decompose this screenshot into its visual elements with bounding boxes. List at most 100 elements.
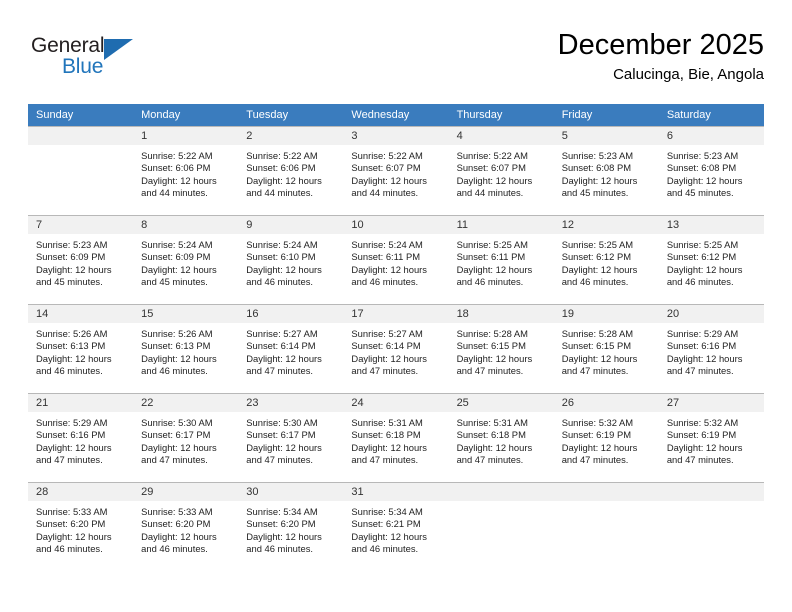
daylight-text-line1: Daylight: 12 hours (246, 174, 322, 186)
day-details: Sunrise: 5:28 AM Sunset: 6:15 PM Daylight:… (554, 323, 659, 377)
weekday-header-saturday: Saturday (658, 104, 764, 126)
day-number: 2 (238, 127, 344, 145)
daylight-text-line1: Daylight: 12 hours (351, 263, 427, 275)
daylight-text-line1: Daylight: 12 hours (666, 441, 743, 453)
day-number: 23 (238, 394, 344, 412)
sunrise-text: Sunrise: 5:28 AM (561, 328, 634, 339)
calendar-day-cell[interactable]: 22 Sunrise: 5:30 AM Sunset: 6:17 PM Dayligh… (133, 393, 239, 482)
calendar-day-cell[interactable]: 24 Sunrise: 5:31 AM Sunset: 6:18 PM Dayligh… (343, 393, 449, 482)
day-cell-inner: 18 Sunrise: 5:28 AM Sunset: 6:15 PM Dayligh… (448, 304, 554, 393)
day-cell-inner (658, 482, 764, 571)
triangle-icon (104, 39, 133, 60)
daylight-text-line1: Daylight: 12 hours (666, 352, 743, 364)
calendar-day-cell[interactable]: 9 Sunrise: 5:24 AM Sunset: 6:10 PM Daylight… (238, 215, 344, 304)
calendar-day-cell[interactable]: 16 Sunrise: 5:27 AM Sunset: 6:14 PM Dayligh… (238, 304, 344, 393)
day-cell-inner: 27 Sunrise: 5:32 AM Sunset: 6:19 PM Dayligh… (658, 393, 764, 482)
day-details: Sunrise: 5:25 AM Sunset: 6:11 PM Daylight:… (449, 234, 554, 288)
day-number: 7 (28, 216, 134, 234)
calendar-day-cell[interactable]: 17 Sunrise: 5:27 AM Sunset: 6:14 PM Dayligh… (343, 304, 449, 393)
day-number: 14 (28, 305, 134, 323)
day-cell-inner: 29 Sunrise: 5:33 AM Sunset: 6:20 PM Dayligh… (133, 482, 239, 571)
calendar-day-cell[interactable]: 19 Sunrise: 5:28 AM Sunset: 6:15 PM Dayligh… (553, 304, 659, 393)
calendar-day-cell-empty (658, 482, 764, 571)
calendar-day-cell[interactable]: 23 Sunrise: 5:30 AM Sunset: 6:17 PM Dayligh… (238, 393, 344, 482)
calendar-day-cell[interactable]: 2 Sunrise: 5:22 AM Sunset: 6:06 PM Daylight… (238, 126, 344, 215)
day-cell-inner: 11 Sunrise: 5:25 AM Sunset: 6:11 PM Dayligh… (448, 215, 554, 304)
day-details: Sunrise: 5:32 AM Sunset: 6:19 PM Daylight:… (554, 412, 659, 466)
daylight-text-line1: Daylight: 12 hours (561, 441, 638, 453)
day-number (658, 483, 764, 501)
page-header: General Blue December 2025 Calucinga, Bi… (28, 28, 764, 96)
daylight-text-line2: and 47 minutes. (456, 364, 524, 376)
day-number: 1 (133, 127, 239, 145)
calendar-day-cell[interactable]: 20 Sunrise: 5:29 AM Sunset: 6:16 PM Dayligh… (658, 304, 764, 393)
general-blue-logo[interactable]: General Blue (31, 34, 211, 90)
calendar-day-cell[interactable]: 26 Sunrise: 5:32 AM Sunset: 6:19 PM Dayligh… (553, 393, 659, 482)
calendar-day-cell[interactable]: 15 Sunrise: 5:26 AM Sunset: 6:13 PM Dayligh… (133, 304, 239, 393)
day-cell-inner: 10 Sunrise: 5:24 AM Sunset: 6:11 PM Dayligh… (343, 215, 449, 304)
sunrise-text: Sunrise: 5:31 AM (456, 417, 528, 428)
daylight-text-line2: and 44 minutes. (141, 186, 208, 198)
day-number: 25 (448, 394, 554, 412)
calendar-day-cell[interactable]: 5 Sunrise: 5:23 AM Sunset: 6:08 PM Daylight… (553, 126, 659, 215)
day-number: 5 (553, 127, 659, 145)
sunrise-text: Sunrise: 5:25 AM (456, 239, 528, 250)
day-details: Sunrise: 5:23 AM Sunset: 6:09 PM Daylight:… (28, 234, 133, 288)
sunrise-text: Sunrise: 5:24 AM (141, 239, 213, 250)
sunrise-text: Sunrise: 5:22 AM (456, 150, 528, 161)
day-cell-inner: 23 Sunrise: 5:30 AM Sunset: 6:17 PM Dayligh… (238, 393, 344, 482)
sunrise-text: Sunrise: 5:23 AM (561, 150, 634, 161)
daylight-text-line2: and 46 minutes. (36, 542, 103, 554)
calendar-day-cell[interactable]: 27 Sunrise: 5:32 AM Sunset: 6:19 PM Dayligh… (658, 393, 764, 482)
sunrise-text: Sunrise: 5:28 AM (456, 328, 528, 339)
day-number: 30 (238, 483, 344, 501)
weekday-header-monday: Monday (133, 104, 239, 126)
calendar-day-cell[interactable]: 25 Sunrise: 5:31 AM Sunset: 6:18 PM Dayligh… (448, 393, 554, 482)
calendar-day-cell[interactable]: 14 Sunrise: 5:26 AM Sunset: 6:13 PM Dayligh… (28, 304, 134, 393)
day-details: Sunrise: 5:27 AM Sunset: 6:14 PM Daylight:… (343, 323, 448, 377)
sunset-text: Sunset: 6:12 PM (666, 251, 737, 263)
calendar-day-cell[interactable]: 13 Sunrise: 5:25 AM Sunset: 6:12 PM Dayligh… (658, 215, 764, 304)
day-cell-inner: 8 Sunrise: 5:24 AM Sunset: 6:09 PM Daylight… (133, 215, 239, 304)
day-number: 28 (28, 483, 134, 501)
day-cell-inner (448, 482, 554, 571)
calendar-day-cell[interactable]: 10 Sunrise: 5:24 AM Sunset: 6:11 PM Dayligh… (343, 215, 449, 304)
daylight-text-line2: and 47 minutes. (456, 453, 524, 465)
day-cell-inner: 21 Sunrise: 5:29 AM Sunset: 6:16 PM Dayligh… (28, 393, 134, 482)
sunrise-text: Sunrise: 5:25 AM (666, 239, 739, 250)
title-block: December 2025 Calucinga, Bie, Angola (558, 28, 764, 86)
day-number: 3 (343, 127, 449, 145)
calendar-day-cell[interactable]: 6 Sunrise: 5:23 AM Sunset: 6:08 PM Daylight… (658, 126, 764, 215)
sunset-text: Sunset: 6:16 PM (666, 340, 737, 352)
day-cell-inner: 17 Sunrise: 5:27 AM Sunset: 6:14 PM Dayligh… (343, 304, 449, 393)
calendar-day-cell[interactable]: 1 Sunrise: 5:22 AM Sunset: 6:06 PM Daylight… (133, 126, 239, 215)
calendar-day-cell[interactable]: 4 Sunrise: 5:22 AM Sunset: 6:07 PM Daylight… (448, 126, 554, 215)
calendar-day-cell[interactable]: 7 Sunrise: 5:23 AM Sunset: 6:09 PM Daylight… (28, 215, 134, 304)
calendar-day-cell[interactable]: 18 Sunrise: 5:28 AM Sunset: 6:15 PM Dayligh… (448, 304, 554, 393)
day-details: Sunrise: 5:25 AM Sunset: 6:12 PM Daylight:… (554, 234, 659, 288)
daylight-text-line1: Daylight: 12 hours (246, 530, 322, 542)
calendar-day-cell[interactable]: 28 Sunrise: 5:33 AM Sunset: 6:20 PM Dayligh… (28, 482, 134, 571)
weekday-header-sunday: Sunday (28, 104, 134, 126)
calendar-day-cell[interactable]: 12 Sunrise: 5:25 AM Sunset: 6:12 PM Dayligh… (553, 215, 659, 304)
day-number: 4 (448, 127, 554, 145)
day-cell-inner: 1 Sunrise: 5:22 AM Sunset: 6:06 PM Daylight… (133, 126, 239, 215)
daylight-text-line2: and 45 minutes. (141, 275, 208, 287)
daylight-text-line2: and 47 minutes. (666, 364, 734, 376)
daylight-text-line1: Daylight: 12 hours (36, 441, 112, 453)
day-details: Sunrise: 5:33 AM Sunset: 6:20 PM Daylight:… (28, 501, 133, 555)
sunrise-text: Sunrise: 5:32 AM (666, 417, 739, 428)
calendar-day-cell[interactable]: 8 Sunrise: 5:24 AM Sunset: 6:09 PM Daylight… (133, 215, 239, 304)
weekday-header-tuesday: Tuesday (238, 104, 344, 126)
calendar-day-cell[interactable]: 21 Sunrise: 5:29 AM Sunset: 6:16 PM Dayligh… (28, 393, 134, 482)
sunset-text: Sunset: 6:14 PM (246, 340, 316, 352)
sunset-text: Sunset: 6:17 PM (141, 429, 211, 441)
sunrise-text: Sunrise: 5:22 AM (141, 150, 213, 161)
calendar-day-cell[interactable]: 30 Sunrise: 5:34 AM Sunset: 6:20 PM Dayligh… (238, 482, 344, 571)
calendar-day-cell[interactable]: 3 Sunrise: 5:22 AM Sunset: 6:07 PM Daylight… (343, 126, 449, 215)
day-cell-inner: 24 Sunrise: 5:31 AM Sunset: 6:18 PM Dayligh… (343, 393, 449, 482)
calendar-day-cell[interactable]: 31 Sunrise: 5:34 AM Sunset: 6:21 PM Dayligh… (343, 482, 449, 571)
calendar-day-cell[interactable]: 11 Sunrise: 5:25 AM Sunset: 6:11 PM Dayligh… (448, 215, 554, 304)
day-details: Sunrise: 5:22 AM Sunset: 6:06 PM Daylight:… (133, 145, 238, 199)
calendar-day-cell[interactable]: 29 Sunrise: 5:33 AM Sunset: 6:20 PM Dayligh… (133, 482, 239, 571)
